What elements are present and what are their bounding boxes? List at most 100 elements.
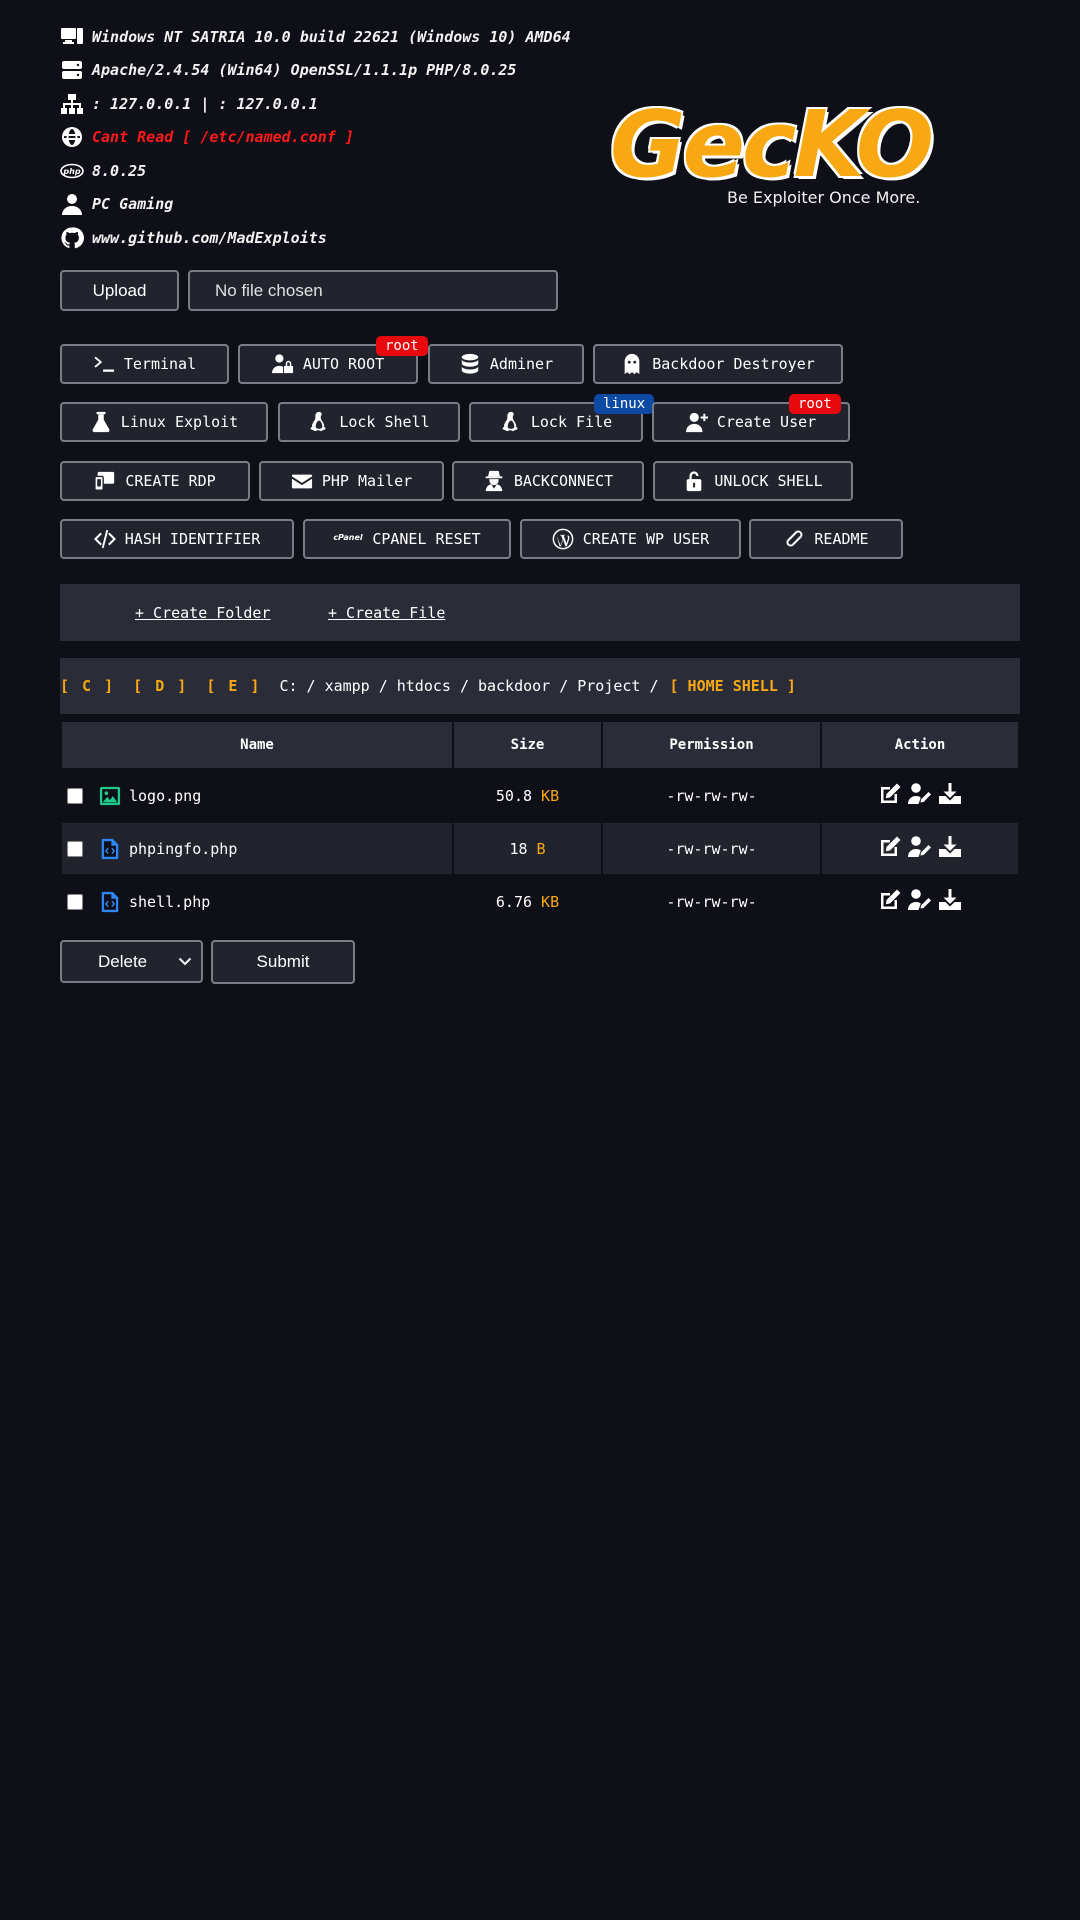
readme-label: README — [814, 530, 869, 548]
file-size: 6.76 KB — [495, 892, 560, 911]
submit-button[interactable]: Submit — [211, 940, 355, 984]
drive-e-link[interactable]: [ E ] — [206, 677, 261, 695]
unlock-icon — [683, 470, 705, 492]
github-text[interactable]: www.github.com/MadExploits — [92, 229, 327, 247]
os-text: Windows NT SATRIA 10.0 build 22621 (Wind… — [92, 27, 571, 46]
link-icon — [783, 528, 805, 550]
create-rdp-label: CREATE RDP — [125, 472, 216, 490]
download-icon[interactable] — [938, 835, 962, 863]
domains-text: Cant Read [ /etc/named.conf ] — [92, 128, 354, 147]
unlock-shell-label: UNLOCK SHELL — [714, 472, 823, 490]
linux-exploit-button[interactable]: Linux Exploit — [60, 402, 268, 442]
rename-icon[interactable] — [908, 835, 932, 863]
backconnect-button[interactable]: BACKCONNECT — [452, 461, 644, 501]
server-icon — [60, 58, 84, 82]
server-info: Windows NT SATRIA 10.0 build 22621 (Wind… — [60, 20, 571, 255]
adminer-button[interactable]: Adminer — [428, 344, 584, 384]
drive-d-link[interactable]: [ D ] — [133, 677, 188, 695]
rdp-desktop-icon — [94, 470, 116, 492]
file-permission: -rw-rw-rw- — [603, 823, 820, 874]
linux-exploit-label: Linux Exploit — [120, 413, 239, 431]
row-checkbox[interactable] — [67, 893, 83, 910]
lock-shell-button[interactable]: Lock Shell — [278, 402, 460, 442]
edit-icon[interactable] — [878, 782, 902, 810]
column-permission: Permission — [603, 722, 820, 768]
globe-icon — [60, 125, 84, 149]
table-row: phpingfo.php 18 B -rw-rw-rw- — [62, 823, 1018, 874]
upload-button[interactable]: Upload — [60, 270, 179, 311]
hash-identifier-label: HASH IDENTIFIER — [124, 530, 261, 548]
path-segment-backdoor[interactable]: backdoor — [478, 677, 550, 695]
file-name-link[interactable]: phpingfo.php — [129, 840, 237, 858]
drive-c-link[interactable]: [ C ] — [60, 677, 115, 695]
path-segment-c[interactable]: C: — [279, 677, 297, 695]
create-wp-user-button[interactable]: CREATE WP USER — [520, 519, 741, 559]
logo-title: GecKO — [610, 91, 934, 198]
backdoor-destroyer-button[interactable]: Backdoor Destroyer — [593, 344, 843, 384]
rename-icon[interactable] — [908, 782, 932, 810]
logo-tagline: Be Exploiter Once More. — [727, 188, 921, 207]
network-icon — [60, 92, 84, 116]
path-segment-htdocs[interactable]: htdocs — [397, 677, 451, 695]
create-rdp-button[interactable]: CREATE RDP — [60, 461, 250, 501]
column-name: Name — [62, 722, 452, 768]
rename-icon[interactable] — [908, 888, 932, 916]
chevron-down-icon — [178, 957, 192, 966]
code-icon — [93, 528, 116, 550]
user-secret-icon — [483, 470, 505, 492]
user-icon — [60, 192, 84, 216]
ip-line: : 127.0.0.1 | : 127.0.0.1 — [60, 87, 571, 121]
hash-identifier-button[interactable]: HASH IDENTIFIER — [60, 519, 294, 559]
github-icon — [60, 226, 84, 250]
code-file-icon — [99, 838, 121, 860]
php-mailer-label: PHP Mailer — [321, 472, 413, 490]
wordpress-icon — [552, 528, 574, 550]
bulk-action-select[interactable]: Delete — [60, 940, 203, 983]
cpanel-reset-label: CPANEL RESET — [372, 530, 481, 548]
terminal-icon — [93, 353, 115, 375]
auto-root-badge: root — [376, 336, 428, 356]
file-permission: -rw-rw-rw- — [666, 786, 757, 805]
user-text: PC Gaming — [92, 195, 174, 214]
cpanel-reset-button[interactable]: cPanel CPANEL RESET — [303, 519, 511, 559]
os-line: Windows NT SATRIA 10.0 build 22621 (Wind… — [60, 20, 571, 54]
lock-shell-label: Lock Shell — [339, 413, 430, 431]
create-folder-link[interactable]: + Create Folder — [135, 604, 270, 622]
lock-file-label: Lock File — [530, 413, 613, 431]
download-icon[interactable] — [938, 782, 962, 810]
create-bar: + Create Folder + Create File — [60, 584, 1020, 641]
linux-icon — [500, 411, 522, 433]
file-permission: -rw-rw-rw- — [666, 892, 757, 911]
table-row: shell.php 6.76 KB -rw-rw-rw- — [62, 876, 1018, 927]
envelope-icon — [291, 470, 313, 492]
php-mailer-button[interactable]: PHP Mailer — [259, 461, 444, 501]
auto-root-label: AUTO ROOT — [302, 355, 385, 373]
home-shell-link[interactable]: [ HOME SHELL ] — [670, 677, 796, 695]
path-segment-xampp[interactable]: xampp — [325, 677, 370, 695]
php-line: php 8.0.25 — [60, 154, 571, 188]
readme-button[interactable]: README — [749, 519, 903, 559]
file-name-link[interactable]: logo.png — [129, 787, 201, 805]
code-file-icon — [99, 891, 121, 913]
bulk-action-value: Delete — [98, 951, 148, 971]
download-icon[interactable] — [938, 888, 962, 916]
flask-icon — [90, 411, 112, 433]
unlock-shell-button[interactable]: UNLOCK SHELL — [653, 461, 853, 501]
row-checkbox[interactable] — [67, 787, 83, 804]
svg-text:php: php — [62, 167, 80, 176]
path-segment-project[interactable]: Project — [577, 677, 640, 695]
table-row: logo.png 50.8 KB -rw-rw-rw- — [62, 770, 1018, 821]
file-input[interactable]: No file chosen — [188, 270, 558, 311]
user-plus-icon — [685, 411, 708, 433]
edit-icon[interactable] — [878, 835, 902, 863]
image-file-icon — [99, 785, 121, 807]
create-file-link[interactable]: + Create File — [328, 604, 445, 622]
php-icon: php — [60, 159, 84, 183]
terminal-button[interactable]: Terminal — [60, 344, 229, 384]
page: Windows NT SATRIA 10.0 build 22621 (Wind… — [0, 0, 1080, 1920]
file-name-link[interactable]: shell.php — [129, 893, 210, 911]
lock-file-badge: linux — [594, 394, 655, 414]
row-checkbox[interactable] — [67, 840, 83, 857]
edit-icon[interactable] — [878, 888, 902, 916]
terminal-label: Terminal — [123, 355, 197, 373]
